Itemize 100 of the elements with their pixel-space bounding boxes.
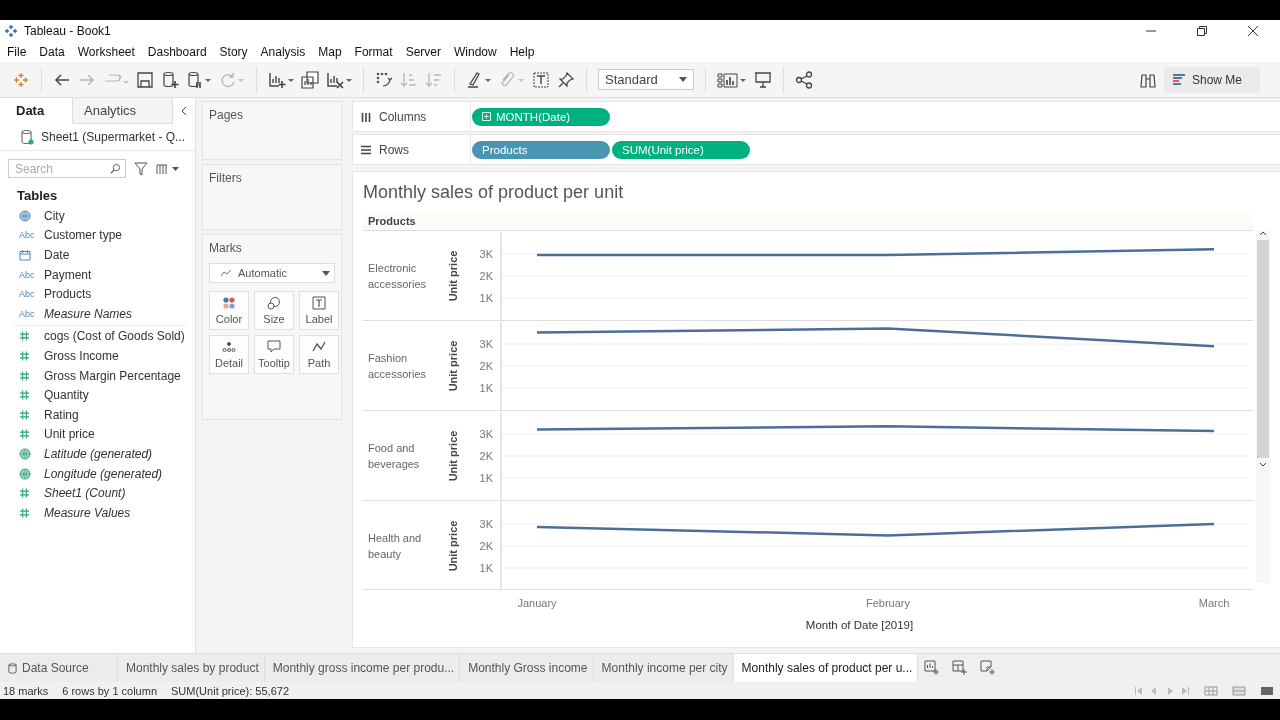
highlight-icon[interactable]	[466, 70, 492, 89]
view-filmstrip-icon[interactable]	[1260, 685, 1274, 696]
new-data-source-icon[interactable]	[161, 70, 179, 89]
filter-icon[interactable]	[134, 161, 148, 176]
menu-item[interactable]: Help	[509, 45, 535, 59]
field-item[interactable]: Latitude (generated)	[44, 446, 153, 461]
caret-icon	[679, 77, 687, 82]
text-label-icon[interactable]	[532, 70, 550, 89]
field-item[interactable]: Quantity	[44, 388, 89, 403]
number-type-icon	[19, 408, 30, 421]
rows-icon	[361, 144, 371, 155]
search-field[interactable]: Search	[8, 159, 126, 178]
pin-icon[interactable]	[557, 70, 575, 89]
paperclip-icon[interactable]	[499, 70, 525, 89]
sheet-tab[interactable]: Monthly sales of product per u...	[733, 654, 919, 682]
axis-tick-label: 3K	[479, 338, 493, 350]
detail-dots-icon	[222, 340, 236, 354]
new-dashboard-icon[interactable]	[952, 660, 969, 676]
marks-button[interactable]: Tooltip	[254, 335, 294, 374]
tableau-logo-icon[interactable]	[12, 70, 30, 89]
field-item[interactable]: Payment	[44, 267, 92, 282]
marks-button[interactable]: Label	[299, 291, 339, 330]
number-type-icon	[19, 330, 30, 343]
field-item[interactable]: Customer type	[44, 228, 123, 243]
marks-button[interactable]: Detail	[209, 335, 249, 374]
close-icon[interactable]	[1248, 26, 1258, 36]
new-sheet-icon[interactable]	[924, 660, 941, 676]
view-options-icon[interactable]	[156, 162, 180, 175]
axis-tick-label: 3K	[479, 518, 493, 530]
marks-button[interactable]: Path	[299, 335, 339, 374]
row-label: Electronic accessories	[367, 261, 428, 292]
calendar-icon	[19, 249, 31, 261]
scrollbar[interactable]	[1256, 231, 1270, 583]
duplicate-sheet-icon[interactable]	[301, 70, 319, 89]
field-item[interactable]: Rating	[44, 407, 79, 422]
color-dots-icon	[222, 296, 236, 310]
sheet-tab[interactable]: Data Source	[0, 654, 118, 682]
field-item[interactable]: cogs (Cost of Goods Sold)	[44, 329, 185, 344]
show-me-button[interactable]: Show Me	[1164, 66, 1260, 93]
pane-tab[interactable]: Analytics	[73, 98, 173, 124]
search-icon[interactable]	[110, 163, 121, 174]
field-item[interactable]: City	[44, 208, 65, 223]
new-story-icon[interactable]	[980, 660, 997, 676]
scrollbar-thumb[interactable]	[1257, 240, 1269, 458]
row-label: Health and beauty	[367, 531, 423, 562]
string-type-icon: Abc	[19, 269, 35, 280]
axis-tick-label: 2K	[479, 450, 493, 462]
menu-item[interactable]: Analysis	[260, 45, 306, 59]
menu-item[interactable]: Window	[453, 45, 497, 59]
menu-item[interactable]: Data	[39, 45, 65, 59]
marks-button[interactable]: Size	[254, 291, 294, 330]
sheet-tab[interactable]: Monthly gross income per produ...	[264, 654, 461, 682]
data-source-name[interactable]: Sheet1 (Supermarket - Q...	[41, 130, 186, 144]
menu-item[interactable]: Format	[354, 45, 393, 59]
scroll-up-icon[interactable]	[1259, 231, 1267, 236]
menu-item[interactable]: Story	[219, 45, 248, 59]
menu-item[interactable]: Map	[318, 45, 342, 59]
menu-item[interactable]: File	[7, 45, 27, 59]
scroll-down-icon[interactable]	[1259, 462, 1267, 467]
share-icon[interactable]	[795, 70, 813, 89]
text-label-icon	[312, 296, 326, 310]
axis-title: Unit price	[447, 340, 459, 392]
globe-icon	[19, 447, 31, 460]
field-item[interactable]: Products	[44, 287, 92, 302]
fit-dropdown[interactable]: Standard	[598, 69, 694, 90]
field-item[interactable]: Gross Income	[44, 348, 119, 363]
menu-item[interactable]: Server	[405, 45, 441, 59]
status-text: 18 marks	[3, 684, 49, 697]
sheet-tab[interactable]: Monthly income per city	[593, 654, 734, 682]
field-item[interactable]: Gross Margin Percentage	[44, 368, 181, 383]
path-line-icon	[312, 340, 326, 354]
field-item[interactable]: Measure Values	[44, 505, 131, 520]
field-item[interactable]: Unit price	[44, 427, 95, 442]
axis-tick-label: 2K	[479, 270, 493, 282]
sheet-tab[interactable]: Monthly Gross income	[460, 654, 594, 682]
shelf-label: Columns	[379, 109, 427, 124]
axis-tick-label: 2K	[479, 540, 493, 552]
axis-tick-label: March	[1198, 597, 1230, 609]
swap-icon[interactable]	[375, 70, 393, 89]
save-icon[interactable]	[136, 70, 154, 89]
mark-type-dropdown[interactable]: Automatic	[209, 263, 335, 283]
collapse-icon[interactable]	[181, 106, 187, 116]
number-type-icon	[19, 428, 30, 441]
field-item[interactable]: Longitude (generated)	[44, 466, 163, 481]
presentation-icon[interactable]	[754, 70, 772, 89]
field-item[interactable]: Sheet1 (Count)	[44, 486, 126, 501]
sheet-tab[interactable]: Monthly sales by product	[118, 654, 265, 682]
clear-sheet-icon[interactable]	[326, 70, 352, 89]
axis-tick-label: 1K	[479, 562, 493, 574]
restore-icon[interactable]	[1197, 26, 1207, 36]
pause-data-icon[interactable]	[186, 70, 212, 89]
menu-item[interactable]: Worksheet	[77, 45, 135, 59]
field-item[interactable]: Measure Names	[44, 306, 133, 321]
marks-button[interactable]: Color	[209, 291, 249, 330]
field-item[interactable]: Date	[44, 248, 70, 262]
cards-view-icon[interactable]	[717, 70, 747, 89]
number-type-icon	[19, 487, 30, 500]
new-worksheet-icon[interactable]	[268, 70, 294, 89]
row-header: Products	[368, 214, 416, 227]
menu-item[interactable]: Dashboard	[147, 45, 207, 59]
